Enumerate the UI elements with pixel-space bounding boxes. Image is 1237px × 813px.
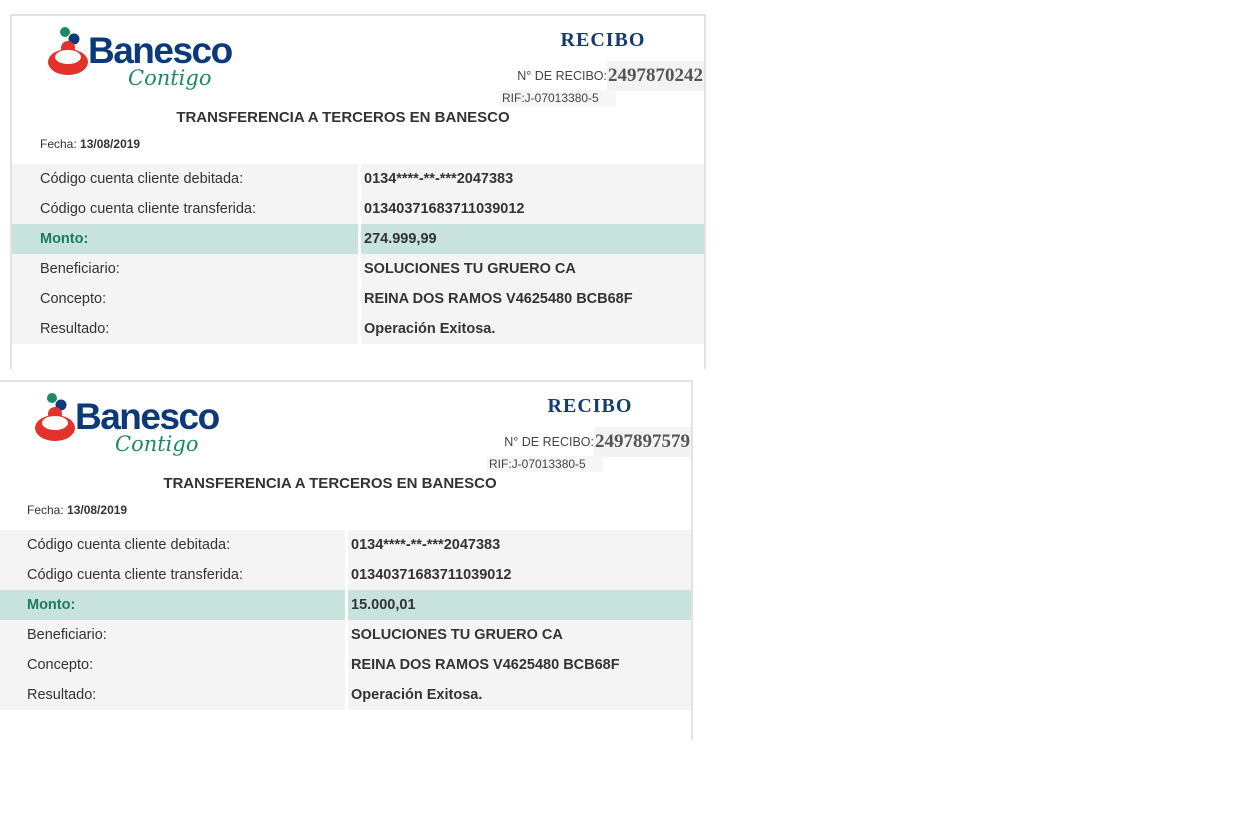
amount-row: Monto: 15.000,01 (0, 590, 691, 620)
row-value: 0134****-**-***2047383 (361, 164, 704, 194)
table-row: Código cuenta cliente transferida: 01340… (0, 560, 691, 590)
date-label: Fecha: (27, 503, 64, 517)
table-row: Resultado: Operación Exitosa. (12, 314, 704, 344)
date-value: 13/08/2019 (67, 503, 128, 517)
row-label: Resultado: (0, 680, 345, 710)
row-value: Operación Exitosa. (361, 314, 704, 344)
table-row: Concepto: REINA DOS RAMOS V4625480 BCB68… (0, 650, 691, 680)
table-row: Código cuenta cliente debitada: 0134****… (0, 530, 691, 560)
receipt-title: RECIBO (560, 29, 646, 51)
amount-row: Monto: 274.999,99 (12, 224, 704, 254)
receipt-number-line: N° DE RECIBO: 2497897579 (504, 427, 691, 457)
banesco-logo-icon (35, 393, 75, 441)
banesco-logo: Banesco Contigo (46, 24, 246, 104)
row-value: REINA DOS RAMOS V4625480 BCB68F (361, 284, 704, 314)
row-value: REINA DOS RAMOS V4625480 BCB68F (348, 650, 691, 680)
amount-value: 15.000,01 (348, 590, 691, 620)
row-label: Código cuenta cliente debitada: (12, 164, 358, 194)
table-row: Beneficiario: SOLUCIONES TU GRUERO CA (12, 254, 704, 284)
details-table: Código cuenta cliente debitada: 0134****… (0, 530, 691, 710)
row-label: Beneficiario: (0, 620, 345, 650)
receipt-2: Banesco Contigo RECIBO N° DE RECIBO: 249… (0, 380, 693, 740)
row-value: Operación Exitosa. (348, 680, 691, 710)
date-label: Fecha: (40, 137, 77, 151)
row-value: 01340371683711039012 (348, 560, 691, 590)
table-row: Beneficiario: SOLUCIONES TU GRUERO CA (0, 620, 691, 650)
amount-label: Monto: (12, 224, 358, 254)
document-title: TRANSFERENCIA A TERCEROS EN BANESCO (163, 475, 497, 492)
table-row: Código cuenta cliente debitada: 0134****… (12, 164, 704, 194)
receipt-number-label: N° DE RECIBO: (517, 69, 607, 83)
receipt-number-label: N° DE RECIBO: (504, 435, 594, 449)
row-label: Código cuenta cliente transferida: (0, 560, 345, 590)
document-title: TRANSFERENCIA A TERCEROS EN BANESCO (176, 109, 510, 126)
banesco-logo: Banesco Contigo (33, 390, 233, 470)
rif: RIF:J-07013380-5 (487, 456, 603, 472)
row-value: SOLUCIONES TU GRUERO CA (361, 254, 704, 284)
table-row: Código cuenta cliente transferida: 01340… (12, 194, 704, 224)
date-line: Fecha: 13/08/2019 (27, 503, 127, 517)
details-table: Código cuenta cliente debitada: 0134****… (12, 164, 704, 344)
receipt-number: 2497870242 (607, 61, 704, 91)
date-value: 13/08/2019 (80, 137, 141, 151)
amount-value: 274.999,99 (361, 224, 704, 254)
receipt-1: Banesco Contigo RECIBO N° DE RECIBO: 249… (10, 14, 706, 369)
row-label: Concepto: (12, 284, 358, 314)
amount-label: Monto: (0, 590, 345, 620)
row-value: 01340371683711039012 (361, 194, 704, 224)
row-label: Concepto: (0, 650, 345, 680)
row-label: Código cuenta cliente transferida: (12, 194, 358, 224)
receipt-number-line: N° DE RECIBO: 2497870242 (517, 61, 704, 91)
banesco-logo-icon (48, 27, 88, 75)
row-value: SOLUCIONES TU GRUERO CA (348, 620, 691, 650)
row-label: Resultado: (12, 314, 358, 344)
row-label: Código cuenta cliente debitada: (0, 530, 345, 560)
brand-tagline: Contigo (128, 66, 212, 90)
date-line: Fecha: 13/08/2019 (40, 137, 140, 151)
receipt-number: 2497897579 (594, 427, 691, 457)
rif: RIF:J-07013380-5 (500, 90, 616, 106)
table-row: Resultado: Operación Exitosa. (0, 680, 691, 710)
brand-tagline: Contigo (115, 432, 199, 456)
receipt-title: RECIBO (547, 395, 633, 417)
row-label: Beneficiario: (12, 254, 358, 284)
row-value: 0134****-**-***2047383 (348, 530, 691, 560)
table-row: Concepto: REINA DOS RAMOS V4625480 BCB68… (12, 284, 704, 314)
